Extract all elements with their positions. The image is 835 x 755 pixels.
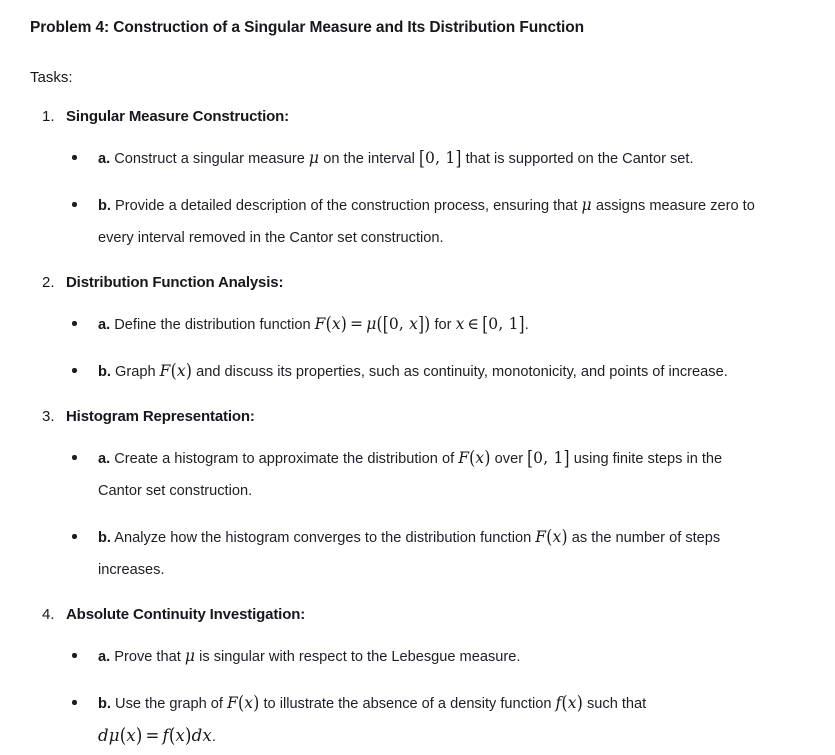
subtask-label: b. — [98, 530, 111, 546]
subtask-text: Provide a detailed description of the co… — [115, 198, 582, 214]
subtask-text: Create a histogram to approximate the di… — [114, 451, 459, 467]
math-f-of-x: f(x) — [555, 692, 583, 714]
subtask-text: Graph — [115, 364, 160, 380]
subtask-text: over — [490, 451, 528, 467]
math-interval: [0, 1] — [418, 146, 462, 170]
subtask-text: to illustrate the absence of a density f… — [259, 696, 556, 712]
subtask-label: b. — [98, 696, 111, 712]
subtask-item: b. Provide a detailed description of the… — [66, 189, 758, 254]
math-F-of-x: F(x) — [159, 360, 193, 382]
subtask-text: on the interval — [319, 151, 419, 167]
math-density-equation: dμ(x) = f(x)dx — [98, 724, 212, 747]
task-item: Histogram Representation: a. Create a hi… — [30, 406, 807, 586]
subtask-list: a. Prove that μ is singular with respect… — [66, 640, 807, 753]
subtask-item: a. Create a histogram to approximate the… — [66, 442, 758, 507]
task-heading: Absolute Continuity Investigation: — [66, 606, 306, 623]
subtask-list: a. Construct a singular measure μ on the… — [66, 142, 807, 254]
math-distribution-function: F(x) = μ([0, x]) — [314, 312, 431, 336]
subtask-text: is singular with respect to the Lebesgue… — [195, 649, 521, 665]
math-mu: μ — [308, 149, 320, 167]
task-item: Singular Measure Construction: a. Constr… — [30, 106, 807, 254]
math-F-of-x: F(x) — [535, 526, 568, 548]
subtask-list: a. Define the distribution function F(x)… — [66, 308, 807, 388]
document-page: Problem 4: Construction of a Singular Me… — [0, 0, 835, 753]
subtask-text: Use the graph of — [115, 696, 228, 712]
task-list: Singular Measure Construction: a. Constr… — [30, 106, 807, 753]
subtask-item: a. Prove that μ is singular with respect… — [66, 640, 758, 673]
math-mu: μ — [581, 196, 592, 214]
subtask-text: such that — [582, 696, 647, 712]
task-heading: Singular Measure Construction: — [66, 108, 290, 125]
subtask-text: . — [524, 317, 529, 333]
subtask-item: a. Define the distribution function F(x)… — [66, 308, 758, 341]
subtask-label: b. — [98, 198, 111, 214]
subtask-label: a. — [98, 451, 111, 467]
subtask-item: b. Graph F(x) and discuss its properties… — [66, 355, 758, 388]
math-F-of-x: F(x) — [227, 692, 260, 714]
formula-line: dμ(x) = f(x)dx. — [98, 720, 758, 753]
math-domain: x ∈ [0, 1] — [455, 312, 525, 336]
math-interval: [0, 1] — [527, 446, 570, 470]
task-heading: Histogram Representation: — [66, 408, 255, 425]
subtask-item: b. Use the graph of F(x) to illustrate t… — [66, 687, 758, 753]
subtask-text: . — [211, 729, 216, 745]
subtask-text: and discuss its properties, such as cont… — [192, 364, 728, 380]
subtask-text: Prove that — [114, 649, 185, 665]
subtask-text: for — [430, 317, 456, 333]
math-mu: μ — [184, 647, 196, 665]
subtask-text: that is supported on the Cantor set. — [461, 151, 694, 167]
subtask-text: Analyze how the histogram converges to t… — [114, 530, 536, 546]
subtask-text: Define the distribution function — [114, 317, 315, 333]
task-item: Absolute Continuity Investigation: a. Pr… — [30, 604, 807, 753]
task-heading: Distribution Function Analysis: — [66, 274, 284, 291]
task-item: Distribution Function Analysis: a. Defin… — [30, 272, 807, 388]
tasks-label: Tasks: — [30, 69, 73, 86]
subtask-label: a. — [98, 317, 111, 333]
math-F-of-x: F(x) — [458, 447, 491, 469]
subtask-list: a. Create a histogram to approximate the… — [66, 442, 807, 586]
subtask-label: a. — [98, 151, 111, 167]
subtask-label: a. — [98, 649, 111, 665]
page-title: Problem 4: Construction of a Singular Me… — [30, 19, 584, 36]
subtask-text: Construct a singular measure — [114, 151, 309, 167]
subtask-label: b. — [98, 364, 111, 380]
subtask-item: b. Analyze how the histogram converges t… — [66, 521, 758, 586]
subtask-item: a. Construct a singular measure μ on the… — [66, 142, 758, 175]
